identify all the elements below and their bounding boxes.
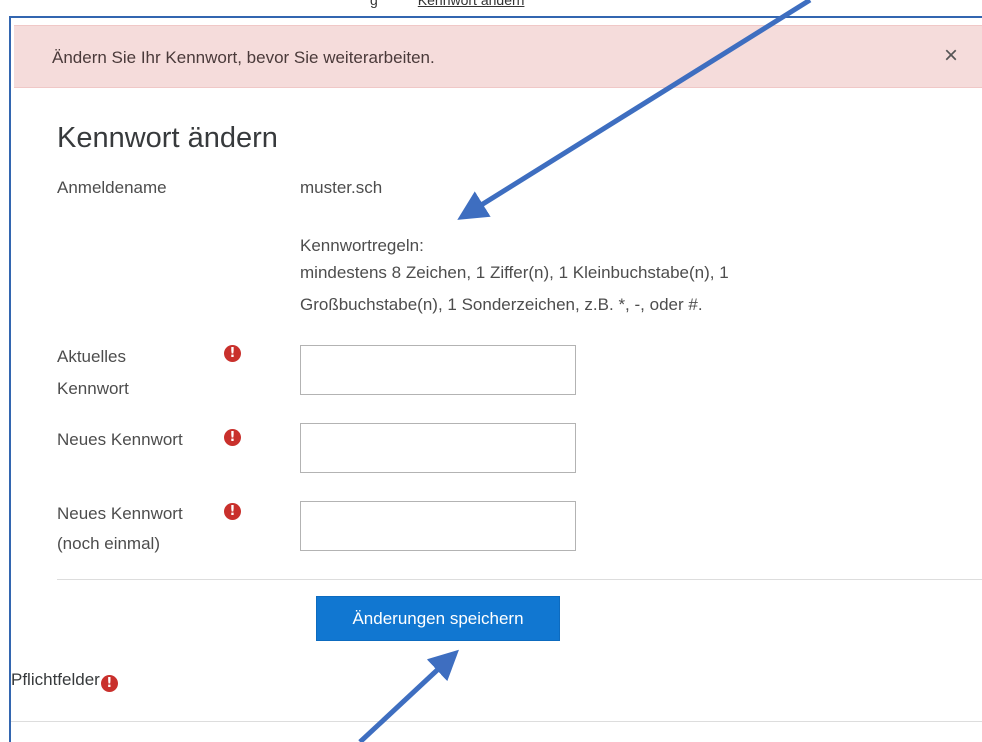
alert-message: Ändern Sie Ihr Kennwort, bevor Sie weite…: [52, 48, 435, 67]
current-password-label-line1: Aktuelles: [57, 347, 126, 366]
close-icon[interactable]: ×: [944, 44, 958, 68]
required-icon: !: [224, 429, 241, 446]
required-fields-note: Pflichtfelder!: [11, 670, 118, 692]
current-password-input[interactable]: [300, 345, 576, 395]
password-change-alert: Ändern Sie Ihr Kennwort, bevor Sie weite…: [14, 25, 982, 88]
save-changes-button[interactable]: Änderungen speichern: [316, 596, 560, 641]
cropped-text: g Kennwort ändern: [370, 0, 525, 8]
repeat-password-label-line2: (noch einmal): [57, 534, 160, 553]
current-password-label-line2: Kennwort: [57, 379, 129, 398]
required-icon: !: [224, 345, 241, 362]
required-icon: !: [100, 675, 118, 692]
new-password-input[interactable]: [300, 423, 576, 473]
repeat-password-input[interactable]: [300, 501, 576, 551]
password-rules-line1: mindestens 8 Zeichen, 1 Ziffer(n), 1 Kle…: [300, 263, 729, 282]
new-password-label: Neues Kennwort: [57, 430, 183, 449]
form-divider: [57, 579, 982, 580]
top-cropped-strip: g Kennwort ändern: [0, 0, 982, 16]
required-icon: !: [224, 503, 241, 520]
password-rules-heading: Kennwortregeln:: [300, 236, 424, 255]
username-label: Anmeldename: [57, 178, 167, 197]
bottom-divider: [11, 721, 982, 722]
repeat-password-label-line1: Neues Kennwort: [57, 504, 183, 523]
password-rules-line2: Großbuchstabe(n), 1 Sonderzeichen, z.B. …: [300, 295, 703, 314]
required-fields-label: Pflichtfelder: [11, 670, 100, 689]
page-title: Kennwort ändern: [57, 122, 278, 154]
username-value: muster.sch: [300, 178, 383, 197]
